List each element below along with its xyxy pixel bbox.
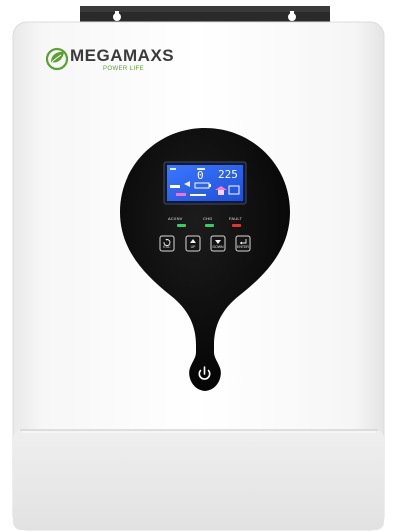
led-ac-inv — [177, 224, 186, 227]
lcd-left-reading: 0 — [197, 169, 204, 182]
inverter-illustration — [12, 6, 385, 531]
indicator-label-chg: CHG — [203, 216, 213, 221]
down-button[interactable]: DOWN — [211, 245, 225, 250]
inverter-device: MEGAMAXS POWER LIFE 0 225 AC/INV CHG FAU… — [0, 0, 398, 532]
indicator-label-ac-inv: AC/INV — [168, 216, 183, 221]
brand-tagline: POWER LIFE — [103, 66, 145, 72]
enter-button[interactable]: ENTER — [236, 245, 250, 250]
up-button[interactable]: UP — [186, 245, 200, 250]
lcd-right-reading: 225 — [218, 168, 238, 181]
esc-button[interactable]: ESC — [160, 245, 174, 250]
led-fault — [232, 224, 241, 227]
indicator-label-fault: FAULT — [229, 216, 243, 221]
led-chg — [205, 224, 214, 227]
brand-name: MEGAMAXS — [70, 46, 175, 65]
